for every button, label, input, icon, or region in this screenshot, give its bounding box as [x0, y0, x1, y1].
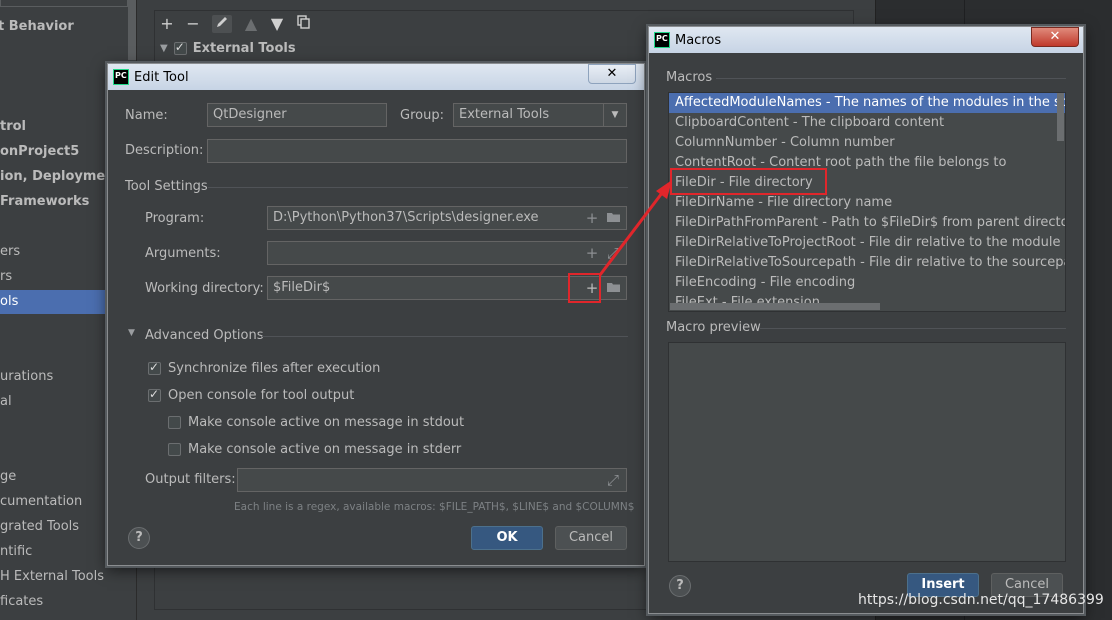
- watermark: https://blog.csdn.net/qq_17486399: [858, 592, 1104, 608]
- annotation-arrow: [598, 180, 672, 276]
